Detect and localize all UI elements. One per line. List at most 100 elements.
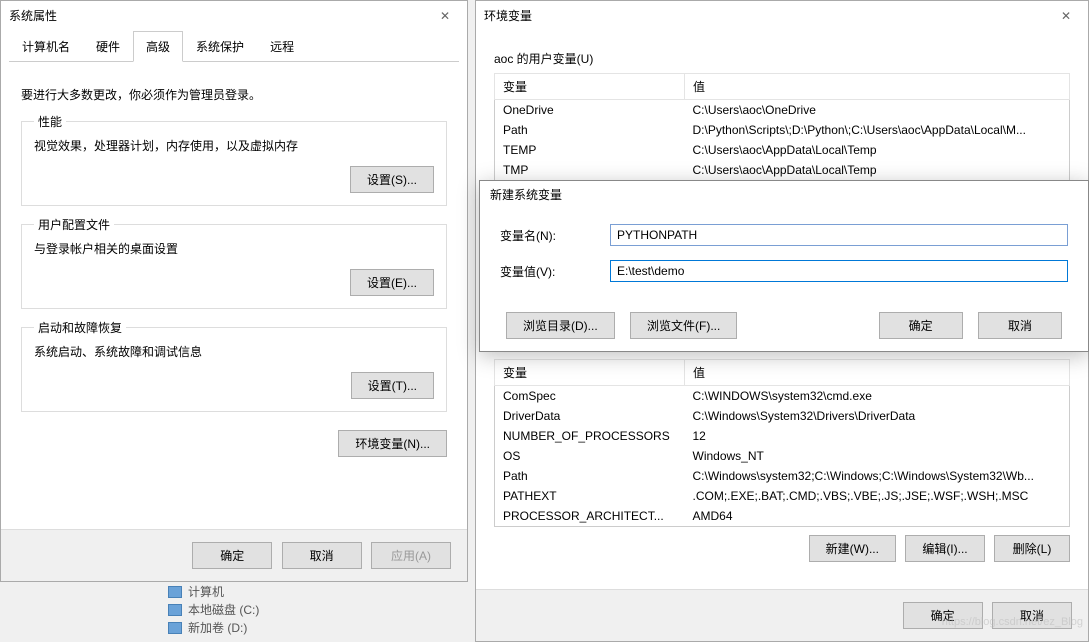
startup-settings-button[interactable]: 设置(T)... xyxy=(351,372,434,399)
group-title: 性能 xyxy=(34,113,66,130)
dialog-footer: 确定 取消 xyxy=(476,589,1088,641)
cell-name: OS xyxy=(495,446,685,466)
tabs: 计算机名 硬件 高级 系统保护 远程 xyxy=(9,30,459,62)
browse-file-button[interactable]: 浏览文件(F)... xyxy=(630,312,737,339)
admin-note: 要进行大多数更改，你必须作为管理员登录。 xyxy=(21,86,447,103)
newvar-body: 变量名(N): 变量值(V): xyxy=(480,208,1088,312)
table-row[interactable]: TMPC:\Users\aoc\AppData\Local\Temp xyxy=(495,160,1070,181)
table-row[interactable]: PROCESSOR_ARCHITECT...AMD64 xyxy=(495,506,1070,527)
tab-system-protection[interactable]: 系统保护 xyxy=(183,31,257,62)
dialog-title-text: 系统属性 xyxy=(9,7,57,24)
cell-value: C:\Users\aoc\AppData\Local\Temp xyxy=(685,140,1070,160)
ok-button[interactable]: 确定 xyxy=(192,542,272,569)
browse-directory-button[interactable]: 浏览目录(D)... xyxy=(506,312,615,339)
col-name[interactable]: 变量 xyxy=(495,360,685,386)
table-row[interactable]: PathD:\Python\Scripts\;D:\Python\;C:\Use… xyxy=(495,120,1070,140)
tree-item-computer[interactable]: 计算机 xyxy=(168,583,468,600)
variable-value-input[interactable] xyxy=(610,260,1068,282)
cell-value: AMD64 xyxy=(685,506,1070,527)
table-row[interactable]: PATHEXT.COM;.EXE;.BAT;.CMD;.VBS;.VBE;.JS… xyxy=(495,486,1070,506)
cancel-button[interactable]: 取消 xyxy=(978,312,1062,339)
row-variable-name: 变量名(N): xyxy=(500,224,1068,246)
tree-label: 本地磁盘 (C:) xyxy=(188,601,259,618)
cell-name: DriverData xyxy=(495,406,685,426)
col-value[interactable]: 值 xyxy=(685,74,1070,100)
table-row[interactable]: NUMBER_OF_PROCESSORS12 xyxy=(495,426,1070,446)
cell-name: NUMBER_OF_PROCESSORS xyxy=(495,426,685,446)
performance-settings-button[interactable]: 设置(S)... xyxy=(350,166,434,193)
tab-hardware[interactable]: 硬件 xyxy=(83,31,133,62)
cell-name: PROCESSOR_ARCHITECT... xyxy=(495,506,685,527)
table-row[interactable]: OneDriveC:\Users\aoc\OneDrive xyxy=(495,100,1070,121)
tree-item-disk-c[interactable]: 本地磁盘 (C:) xyxy=(168,601,468,618)
group-desc: 与登录帐户相关的桌面设置 xyxy=(34,240,434,257)
cancel-button[interactable]: 取消 xyxy=(282,542,362,569)
cell-name: TEMP xyxy=(495,140,685,160)
group-title: 用户配置文件 xyxy=(34,216,114,233)
dialog-titlebar: 新建系统变量 xyxy=(480,181,1088,208)
tab-remote[interactable]: 远程 xyxy=(257,31,307,62)
user-vars-label: aoc 的用户变量(U) xyxy=(494,50,1070,67)
cell-value: Windows_NT xyxy=(685,446,1070,466)
dialog-footer: 确定 取消 应用(A) xyxy=(1,529,467,581)
computer-icon xyxy=(168,586,182,598)
apply-button[interactable]: 应用(A) xyxy=(371,542,451,569)
dialog-titlebar: 系统属性 ✕ xyxy=(1,1,467,30)
system-vars-buttons: 新建(W)... 编辑(I)... 删除(L) xyxy=(494,535,1070,562)
user-vars-table[interactable]: 变量值 OneDriveC:\Users\aoc\OneDrivePathD:\… xyxy=(494,73,1070,181)
close-icon[interactable]: ✕ xyxy=(1052,9,1080,23)
cell-value: C:\Users\aoc\OneDrive xyxy=(685,100,1070,121)
dialog-title-text: 新建系统变量 xyxy=(490,186,562,203)
variable-value-label: 变量值(V): xyxy=(500,263,610,280)
variable-name-label: 变量名(N): xyxy=(500,227,610,244)
system-vars-table[interactable]: 变量值 ComSpecC:\WINDOWS\system32\cmd.exeDr… xyxy=(494,359,1070,527)
tree-label: 新加卷 (D:) xyxy=(188,619,247,636)
table-row[interactable]: ComSpecC:\WINDOWS\system32\cmd.exe xyxy=(495,386,1070,407)
group-performance: 性能 视觉效果，处理器计划，内存使用，以及虚拟内存 设置(S)... xyxy=(21,121,447,206)
new-button[interactable]: 新建(W)... xyxy=(809,535,896,562)
edit-button[interactable]: 编辑(I)... xyxy=(905,535,984,562)
profile-settings-button[interactable]: 设置(E)... xyxy=(350,269,434,296)
cell-name: ComSpec xyxy=(495,386,685,407)
cancel-button[interactable]: 取消 xyxy=(992,602,1072,629)
row-variable-value: 变量值(V): xyxy=(500,260,1068,282)
explorer-tree-fragment: 计算机 本地磁盘 (C:) 新加卷 (D:) xyxy=(168,582,468,642)
table-row[interactable]: PathC:\Windows\system32;C:\Windows;C:\Wi… xyxy=(495,466,1070,486)
ok-button[interactable]: 确定 xyxy=(903,602,983,629)
cell-name: TMP xyxy=(495,160,685,181)
col-name[interactable]: 变量 xyxy=(495,74,685,100)
group-desc: 系统启动、系统故障和调试信息 xyxy=(34,343,434,360)
cell-value: D:\Python\Scripts\;D:\Python\;C:\Users\a… xyxy=(685,120,1070,140)
cell-value: C:\Windows\System32\Drivers\DriverData xyxy=(685,406,1070,426)
system-properties-dialog: 系统属性 ✕ 计算机名 硬件 高级 系统保护 远程 要进行大多数更改，你必须作为… xyxy=(0,0,468,582)
table-row[interactable]: OSWindows_NT xyxy=(495,446,1070,466)
cell-value: C:\Windows\system32;C:\Windows;C:\Window… xyxy=(685,466,1070,486)
table-row[interactable]: DriverDataC:\Windows\System32\Drivers\Dr… xyxy=(495,406,1070,426)
sysprops-body: 要进行大多数更改，你必须作为管理员登录。 性能 视觉效果，处理器计划，内存使用，… xyxy=(1,62,467,471)
group-startup-recovery: 启动和故障恢复 系统启动、系统故障和调试信息 设置(T)... xyxy=(21,327,447,412)
cell-name: PATHEXT xyxy=(495,486,685,506)
cell-name: Path xyxy=(495,466,685,486)
ok-button[interactable]: 确定 xyxy=(879,312,963,339)
disk-icon xyxy=(168,622,182,634)
disk-icon xyxy=(168,604,182,616)
dialog-title-text: 环境变量 xyxy=(484,7,532,24)
table-row[interactable]: TEMPC:\Users\aoc\AppData\Local\Temp xyxy=(495,140,1070,160)
tab-advanced[interactable]: 高级 xyxy=(133,31,183,62)
cell-name: Path xyxy=(495,120,685,140)
group-user-profile: 用户配置文件 与登录帐户相关的桌面设置 设置(E)... xyxy=(21,224,447,309)
col-value[interactable]: 值 xyxy=(685,360,1070,386)
tab-computer-name[interactable]: 计算机名 xyxy=(9,31,83,62)
tree-item-disk-d[interactable]: 新加卷 (D:) xyxy=(168,619,468,636)
group-title: 启动和故障恢复 xyxy=(34,319,126,336)
close-icon[interactable]: ✕ xyxy=(431,9,459,23)
environment-variables-button[interactable]: 环境变量(N)... xyxy=(338,430,447,457)
newvar-footer: 浏览目录(D)... 浏览文件(F)... 确定 取消 xyxy=(480,312,1088,353)
cell-value: .COM;.EXE;.BAT;.CMD;.VBS;.VBE;.JS;.JSE;.… xyxy=(685,486,1070,506)
variable-name-input[interactable] xyxy=(610,224,1068,246)
cell-value: C:\WINDOWS\system32\cmd.exe xyxy=(685,386,1070,407)
dialog-titlebar: 环境变量 ✕ xyxy=(476,1,1088,30)
delete-button[interactable]: 删除(L) xyxy=(994,535,1070,562)
cell-name: OneDrive xyxy=(495,100,685,121)
group-desc: 视觉效果，处理器计划，内存使用，以及虚拟内存 xyxy=(34,137,434,154)
